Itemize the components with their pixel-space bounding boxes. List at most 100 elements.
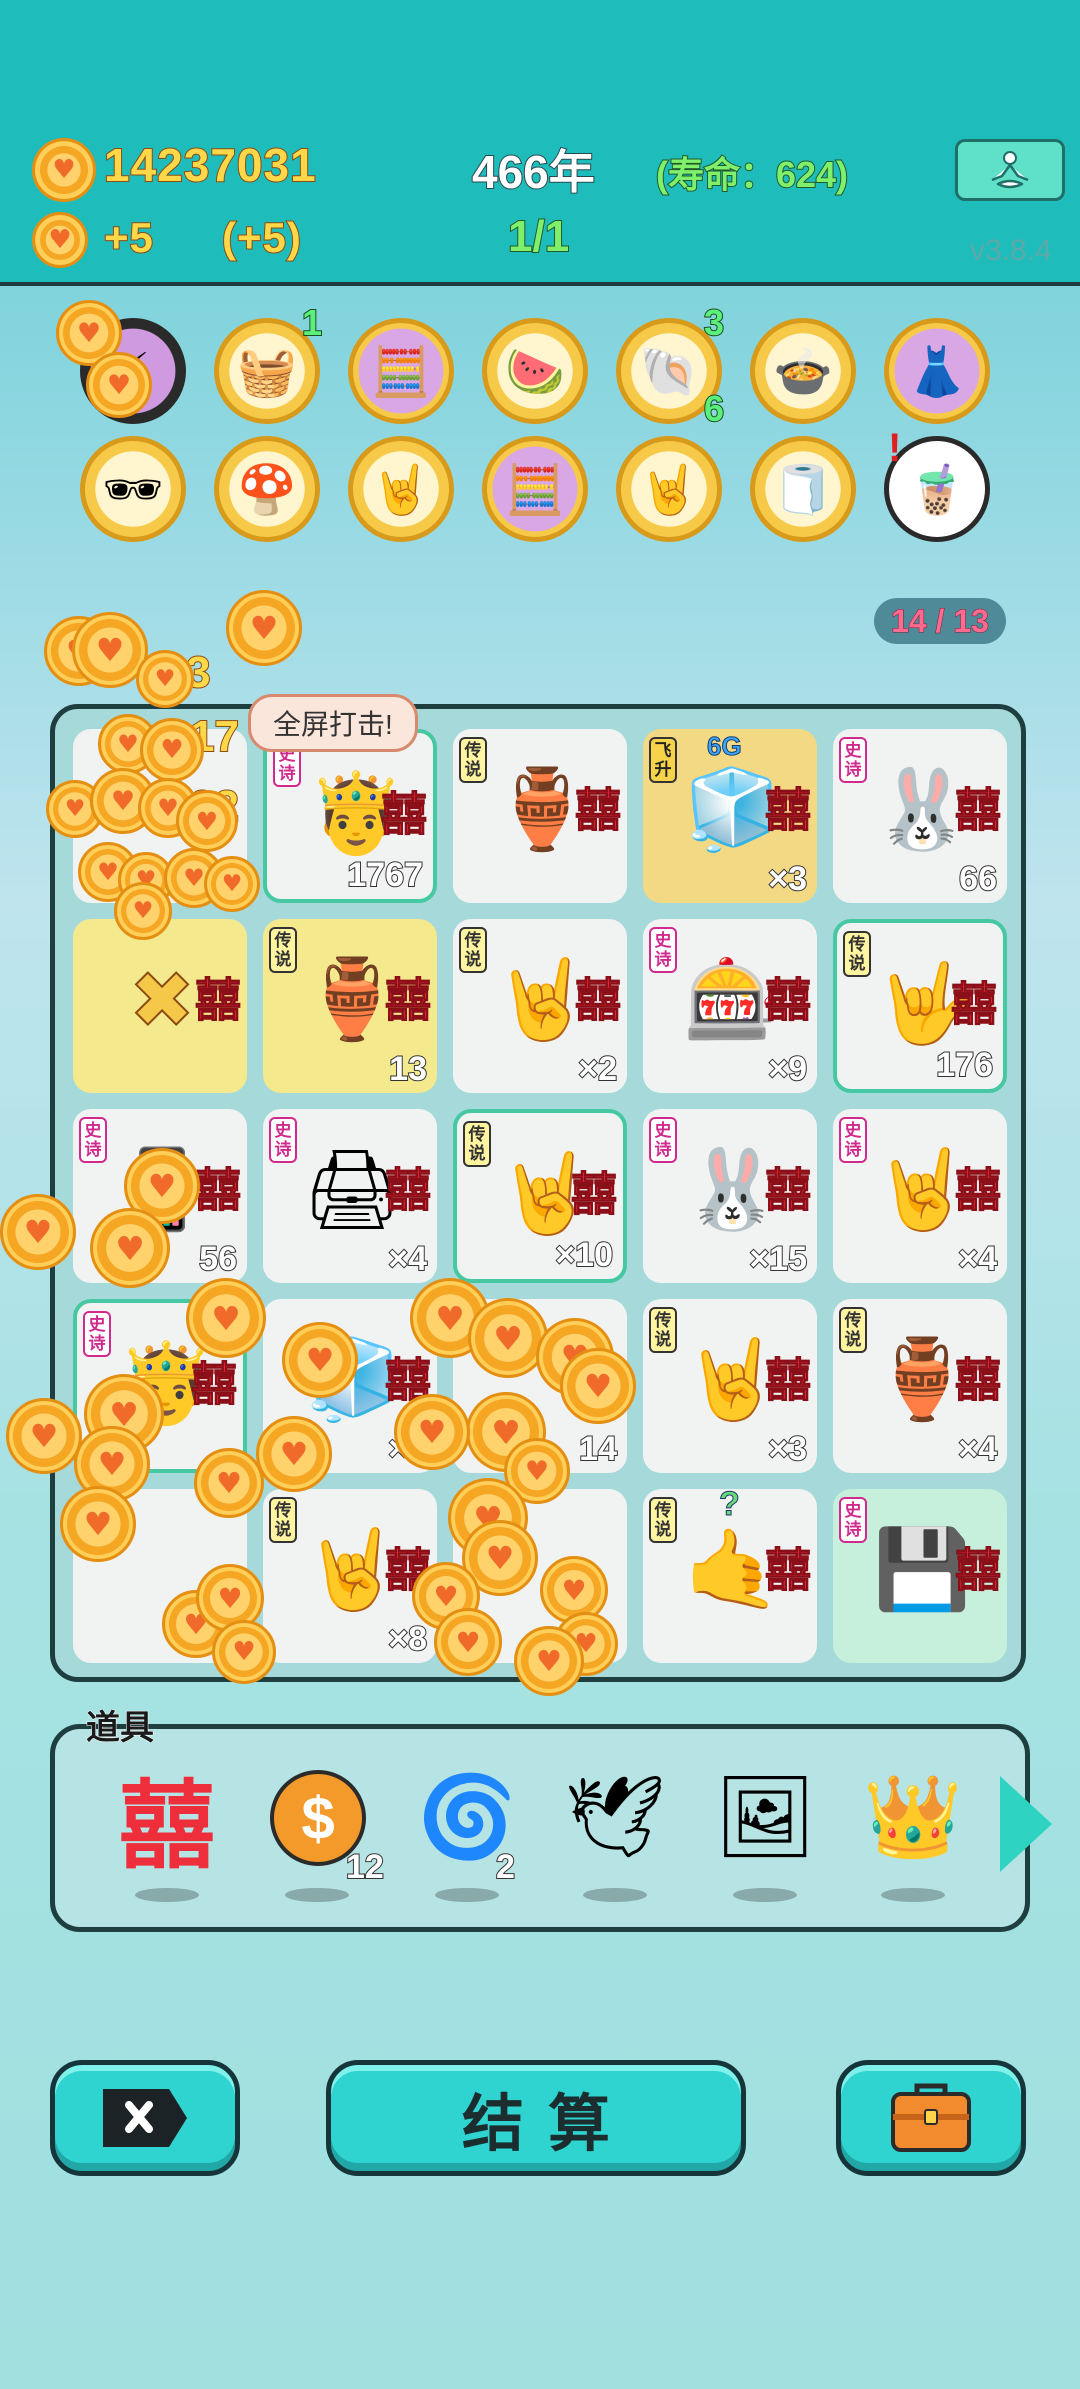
- white-bird-icon[interactable]: 🕊: [560, 1762, 670, 1872]
- rock-hand-icon[interactable]: 🤘: [616, 436, 722, 542]
- fruit-plate-icon[interactable]: 🍉: [482, 318, 588, 424]
- meditate-button[interactable]: [955, 139, 1065, 201]
- xi-character-icon: 囍: [765, 1164, 812, 1216]
- heart-icon: ♥: [195, 806, 219, 836]
- cell-yellow-hand[interactable]: 传说 🤟 囍 176: [833, 919, 1007, 1093]
- xi-character-icon: 囍: [765, 784, 812, 836]
- xi-character-icon: 囍: [955, 784, 1002, 836]
- rarity-tag: 史诗: [269, 1117, 297, 1163]
- cell-green-vase[interactable]: 传说 🏺 囍 ×4: [833, 1299, 1007, 1473]
- flying-coin-icon: ♥: [194, 1448, 264, 1518]
- heart-icon: ♥: [132, 898, 154, 924]
- mushroom-cloud-icon[interactable]: 🍄: [214, 436, 320, 542]
- prop-count: 2: [495, 1847, 516, 1887]
- cell-grey-hand[interactable]: 史诗 🤘 囍 ×4: [833, 1109, 1007, 1283]
- cell-yellow-hand[interactable]: 传说 🤘 囍 ×2: [453, 919, 627, 1093]
- cell-rabbit-house[interactable]: 史诗 🐰 囍 ×15: [643, 1109, 817, 1283]
- rarity-tag: 传说: [463, 1121, 491, 1167]
- rarity-tag: 史诗: [83, 1311, 111, 1357]
- flying-coin-icon: ♥: [6, 1398, 82, 1474]
- math-head-icon[interactable]: 🧮: [482, 436, 588, 542]
- cell-king-head[interactable]: 史诗 🤴 囍 1767: [263, 729, 437, 903]
- heart-icon: ♥: [221, 871, 243, 897]
- rock-hand-icon[interactable]: 🤘: [348, 436, 454, 542]
- flying-coin-icon: ♥: [394, 1394, 470, 1470]
- heart-icon: ♥: [249, 609, 279, 647]
- xi-character-icon: 囍: [765, 1544, 812, 1596]
- props-label: 道具: [86, 1709, 155, 1748]
- flying-coin-icon: ♥: [186, 1278, 266, 1358]
- skirt-icon[interactable]: 👗: [884, 318, 990, 424]
- close-tag-icon: [103, 2089, 187, 2147]
- symbol-count: ×9: [767, 1049, 808, 1089]
- cell-empty-yellow[interactable]: ✖ 囍: [73, 919, 247, 1093]
- rarity-tag: 史诗: [649, 1117, 677, 1163]
- symbol-count: 1767: [346, 855, 424, 895]
- duck-pot-icon[interactable]: 🍲: [750, 318, 856, 424]
- tissue-box-icon[interactable]: 🧻: [750, 436, 856, 542]
- heart-icon: ♥: [455, 1625, 481, 1659]
- flying-coin-icon: ♥: [468, 1298, 548, 1378]
- xi-character-icon: 囍: [195, 974, 242, 1026]
- heart-icon: ♥: [147, 1167, 177, 1205]
- xi-character-icon[interactable]: 囍: [112, 1762, 222, 1880]
- sunglasses-egg-icon[interactable]: 🕶: [80, 436, 186, 542]
- coin-total: 14237031: [103, 138, 317, 192]
- cell-green-vase[interactable]: 传说 🏺 囍: [453, 729, 627, 903]
- xi-character-icon: 囍: [951, 978, 998, 1030]
- prop-shadow: [881, 1888, 945, 1902]
- heart-icon: ♥: [305, 1341, 335, 1379]
- symbol-count: ×4: [957, 1239, 998, 1279]
- cell-crowned-hand[interactable]: 传说 🤘 囍 ×3: [643, 1299, 817, 1473]
- rarity-tag: 史诗: [839, 737, 867, 783]
- speech-bubble: 全屏打击!: [248, 694, 418, 752]
- lifespan: (寿命：624): [655, 153, 849, 196]
- income-coin-icon: ♥: [32, 212, 88, 268]
- prop-shadow: [435, 1888, 499, 1902]
- math-head-icon[interactable]: 🧮: [348, 318, 454, 424]
- props-next-arrow-icon[interactable]: [1000, 1776, 1052, 1872]
- flying-coin-icon: ♥: [204, 856, 260, 912]
- cell-fridge[interactable]: 飞升 🧊 囍 ×3 6G: [643, 729, 817, 903]
- heart-icon: ♥: [110, 785, 136, 817]
- picture-frame-icon[interactable]: 🖼: [710, 1762, 820, 1872]
- flying-coin-icon: ♥: [176, 790, 238, 852]
- cell-crowned-hand-big[interactable]: 传说 🤘 囍 ×8: [263, 1489, 437, 1663]
- cell-rabbit-house[interactable]: 史诗 🐰 囍 66: [833, 729, 1007, 903]
- alert-icon: !: [888, 426, 902, 470]
- bag-button[interactable]: [836, 2060, 1026, 2176]
- flying-coin-icon: ♥: [60, 1486, 136, 1562]
- xi-character-icon: 囍: [195, 1164, 242, 1216]
- symbol-count: 13: [388, 1049, 428, 1089]
- symbol-extra-label: ?: [719, 1489, 741, 1524]
- symbol-count: 66: [958, 859, 998, 899]
- prop-shadow: [733, 1888, 797, 1902]
- cell-green-vase[interactable]: 传说 🏺 囍 13: [263, 919, 437, 1093]
- flying-coin-icon: ♥: [136, 650, 194, 708]
- top-bar: ♥ 14237031 466年 (寿命：624) ♥ +5 (+5) 1/1 v…: [0, 0, 1080, 286]
- crown-icon[interactable]: 👑: [858, 1762, 968, 1872]
- settle-button[interactable]: 结算: [326, 2060, 746, 2176]
- xi-character-icon: 囍: [381, 788, 428, 840]
- symbol-count: 176: [935, 1045, 994, 1085]
- round-counter: 1/1: [507, 211, 570, 262]
- gold-coin-icon: ♥: [32, 138, 96, 202]
- rarity-tag: 传说: [839, 1307, 867, 1353]
- cell-crowned-hand[interactable]: 传说 🤘 囍 ×10: [453, 1109, 627, 1283]
- flying-coin-icon: ♥: [514, 1626, 584, 1696]
- symbol-count: ×4: [957, 1429, 998, 1469]
- cell-gpu[interactable]: 史诗 💾 囍: [833, 1489, 1007, 1663]
- xi-character-icon: 囍: [385, 1164, 432, 1216]
- exit-button[interactable]: [50, 2060, 240, 2176]
- flying-coin-icon: ♥: [212, 1620, 276, 1684]
- xi-character-icon: 囍: [955, 1164, 1002, 1216]
- flying-coin-icon: ♥: [282, 1322, 358, 1398]
- cell-gacha-machine[interactable]: 史诗 🎰 囍 ×9: [643, 919, 817, 1093]
- cell-printer[interactable]: 史诗 🖨 囍 ×4: [263, 1109, 437, 1283]
- heart-icon: ♥: [216, 1466, 242, 1500]
- heart-icon: ♥: [524, 1455, 550, 1487]
- rarity-tag: 传说: [269, 927, 297, 973]
- cell-yellow-hand-question[interactable]: 传说 🤙 囍?: [643, 1489, 817, 1663]
- flying-coin-icon: ♥: [256, 1416, 332, 1492]
- flying-coin-icon: ♥: [86, 352, 152, 418]
